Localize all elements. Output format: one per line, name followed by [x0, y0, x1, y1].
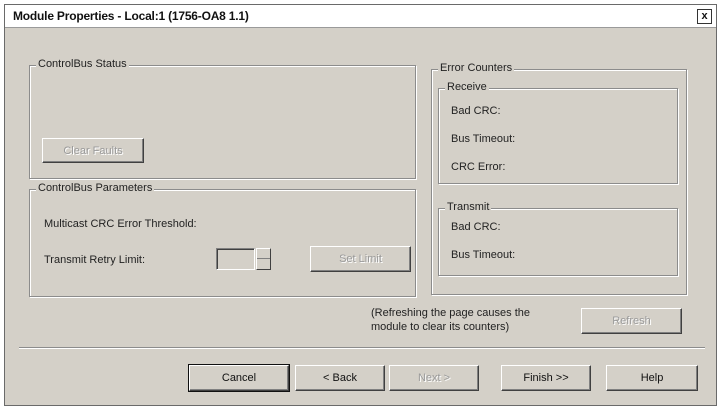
receive-group: Receive Bad CRC: Bus Timeout: CRC Error:: [438, 81, 678, 184]
retry-limit-input[interactable]: [216, 248, 255, 270]
error-counters-label: Error Counters: [438, 62, 515, 74]
help-button[interactable]: Help: [606, 365, 698, 391]
module-properties-dialog: Module Properties - Local:1 (1756-OA8 1.…: [4, 4, 717, 406]
refresh-note-line2: module to clear its counters): [371, 321, 510, 333]
transmit-retry-limit-label: Transmit Retry Limit:: [44, 254, 146, 266]
receive-bus-timeout-label: Bus Timeout:: [451, 133, 516, 145]
retry-limit-stepper[interactable]: [256, 248, 271, 270]
receive-crc-error-label: CRC Error:: [451, 161, 506, 173]
title-bar: Module Properties - Local:1 (1756-OA8 1.…: [5, 5, 716, 28]
stepper-down-icon[interactable]: [257, 259, 270, 269]
back-button[interactable]: < Back: [295, 365, 385, 391]
stepper-up-icon[interactable]: [257, 249, 270, 259]
controlbus-status-label: ControlBus Status: [36, 58, 129, 70]
transmit-label: Transmit: [445, 201, 492, 213]
receive-label: Receive: [445, 81, 489, 93]
set-limit-button[interactable]: Set Limit: [310, 246, 411, 272]
transmit-group: Transmit Bad CRC: Bus Timeout:: [438, 201, 678, 276]
controlbus-status-group: ControlBus Status Clear Faults: [29, 58, 416, 179]
controlbus-parameters-label: ControlBus Parameters: [36, 182, 155, 194]
transmit-bad-crc-label: Bad CRC:: [451, 221, 501, 233]
receive-bad-crc-label: Bad CRC:: [451, 105, 501, 117]
finish-button[interactable]: Finish >>: [501, 365, 591, 391]
footer-divider: [19, 347, 705, 349]
controlbus-parameters-group: ControlBus Parameters Multicast CRC Erro…: [29, 182, 416, 297]
refresh-button[interactable]: Refresh: [581, 308, 682, 334]
close-icon[interactable]: x: [697, 9, 712, 24]
error-counters-group: Error Counters Receive Bad CRC: Bus Time…: [431, 62, 687, 295]
transmit-bus-timeout-label: Bus Timeout:: [451, 249, 516, 261]
multicast-crc-threshold-label: Multicast CRC Error Threshold:: [44, 218, 197, 230]
window-title: Module Properties - Local:1 (1756-OA8 1.…: [13, 9, 249, 23]
refresh-note-line1: (Refreshing the page causes the: [371, 307, 530, 319]
next-button[interactable]: Next >: [389, 365, 479, 391]
cancel-button[interactable]: Cancel: [188, 364, 290, 392]
clear-faults-button[interactable]: Clear Faults: [42, 138, 144, 163]
